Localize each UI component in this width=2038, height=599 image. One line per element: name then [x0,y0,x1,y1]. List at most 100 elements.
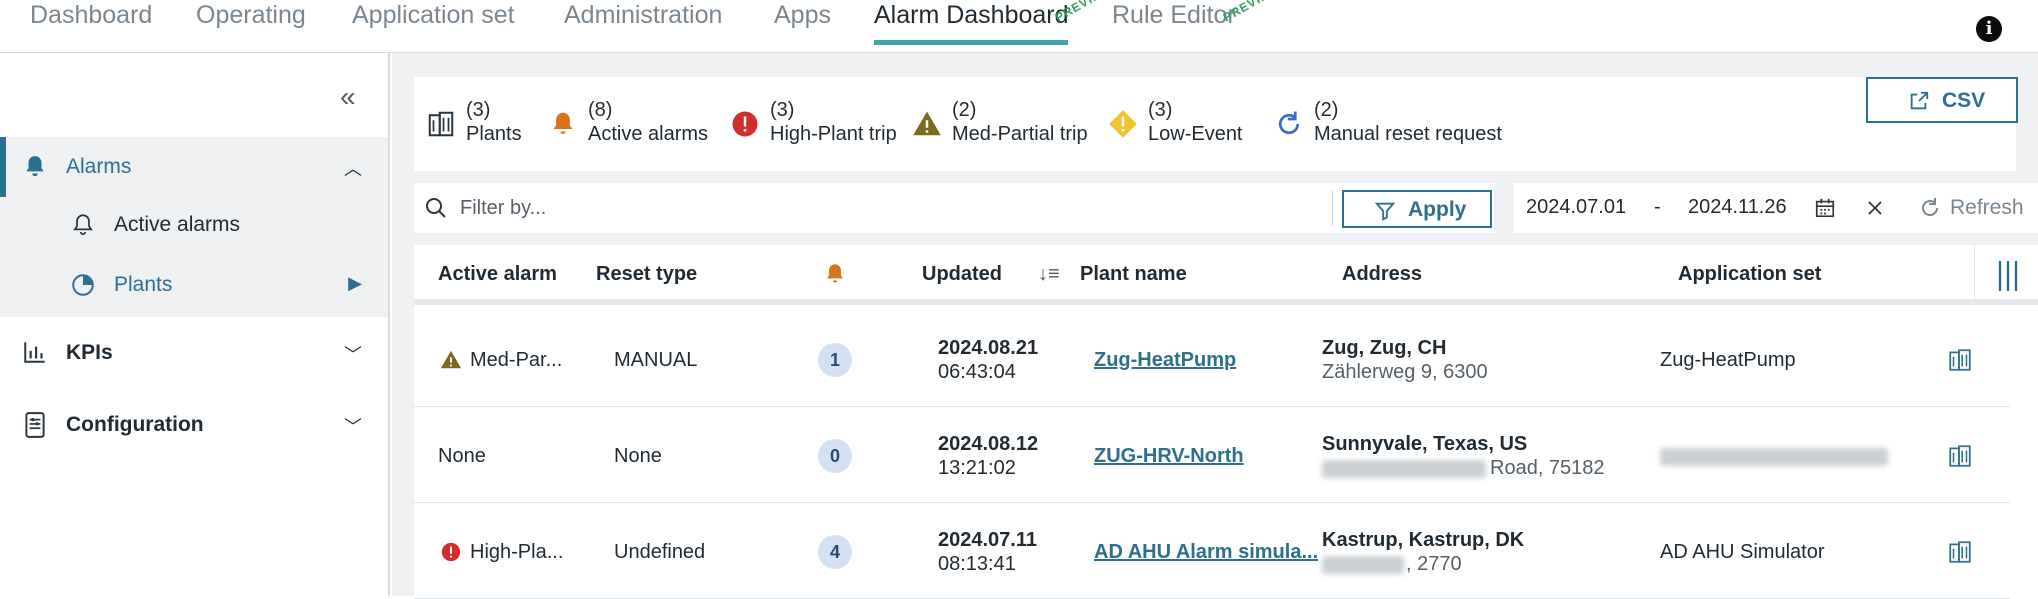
table-row[interactable]: None None 0 2024.08.12 13:21:02 ZUG-HRV-… [414,407,2010,503]
collapse-sidebar-icon[interactable]: « [340,81,356,113]
close-icon[interactable] [1866,199,1884,217]
address-line1: Sunnyvale, Texas, US [1322,433,1528,455]
summary-label: Manual reset request [1314,123,1502,145]
filter-input[interactable] [458,183,1058,233]
sidebar-item-active-alarms[interactable]: Active alarms [0,197,388,253]
sidebar-item-alarms[interactable]: Alarms ︿ [0,139,388,195]
filter-icon [1374,202,1396,221]
sort-descending-icon[interactable]: ↓≡ [1038,263,1060,286]
filter-bar: Apply [414,183,1494,233]
address-line1: Kastrup, Kastrup, DK [1322,529,1525,551]
device-settings-icon [25,412,45,438]
header-plant-name[interactable]: Plant name [1080,263,1187,286]
tab-application-set[interactable]: Application set [352,0,515,30]
address-line2: , 2770 [1406,553,1462,575]
sidebar: « Alarms ︿ Active alarms Plants ▶ KPIs ﹀… [0,53,390,596]
date-separator: - [1654,196,1661,218]
warning-triangle-icon [440,350,462,369]
sidebar-item-label: KPIs [66,341,113,364]
tab-administration[interactable]: Administration [564,0,722,30]
alarm-count-badge: 1 [818,343,852,377]
summary-label: Low-Event [1148,123,1243,145]
header-active-alarm[interactable]: Active alarm [438,263,557,286]
alarm-summary-bar: (3) Plants (8) Active alarms (3) High-Pl… [414,77,2016,171]
calendar-icon[interactable] [1814,197,1836,219]
building-icon[interactable] [1946,539,1974,565]
alarm-count-badge: 0 [818,439,852,473]
building-icon[interactable] [1946,443,1974,469]
bell-icon [553,112,573,134]
summary-count: (3) [466,99,491,121]
chevron-down-icon: ﹀ [344,417,362,437]
tab-apps[interactable]: Apps [774,0,831,30]
search-icon [426,198,446,218]
column-settings-button[interactable] [1974,245,2038,305]
address-line2: Road, 75182 [1490,457,1605,479]
warning-triangle-icon [913,111,941,136]
table-row[interactable]: High-Pla... Undefined 4 2024.07.11 08:13… [414,503,2010,599]
refresh-button[interactable]: Refresh [1906,183,2038,233]
tab-operating[interactable]: Operating [196,0,306,30]
tab-rule-editor[interactable]: Rule Editor [1112,0,1236,30]
summary-label: Plants [466,123,522,145]
date-from[interactable]: 2024.07.01 [1526,196,1626,219]
active-tab-indicator [874,40,1068,45]
header-reset-type[interactable]: Reset type [596,263,697,286]
updated-date: 2024.07.11 [938,529,1037,551]
chevron-up-icon: ︿ [344,159,362,179]
main-content: (3) Plants (8) Active alarms (3) High-Pl… [392,53,2038,599]
table-header: Active alarm Reset type Updated ↓≡ Plant… [414,245,2038,305]
date-to[interactable]: 2024.11.26 [1688,196,1787,219]
tab-dashboard[interactable]: Dashboard [30,0,152,30]
plant-name-link[interactable]: ZUG-HRV-North [1094,445,1244,468]
summary-count: (3) [1148,99,1173,121]
active-alarm-cell: None [438,445,486,467]
plant-name-link[interactable]: Zug-HeatPump [1094,349,1236,372]
pie-chart-icon [72,274,94,296]
reset-type-cell: None [614,445,662,467]
chevron-down-icon: ﹀ [344,345,362,365]
summary-label: Med-Partial trip [952,123,1088,145]
sidebar-item-label: Plants [114,273,173,296]
alarm-count-badge: 4 [818,535,852,569]
building-icon[interactable] [1946,347,1974,373]
active-alarm-cell: Med-Par... [470,349,563,371]
updated-time: 13:21:02 [938,457,1016,479]
updated-date: 2024.08.21 [938,337,1039,359]
tab-alarm-dashboard[interactable]: Alarm Dashboard [874,0,1069,30]
redacted-text [1660,448,1888,466]
apply-button-label: Apply [1408,198,1467,221]
sidebar-item-kpis[interactable]: KPIs ﹀ [0,325,388,381]
date-range-picker[interactable]: 2024.07.01 - 2024.11.26 [1514,183,1906,233]
application-set-cell: Zug-HeatPump [1660,349,1796,371]
summary-count: (3) [770,99,795,121]
updated-time: 06:43:04 [938,361,1016,383]
info-icon[interactable]: i [1976,16,2002,42]
plant-name-link[interactable]: AD AHU Alarm simula... [1094,541,1318,564]
sidebar-item-configuration[interactable]: Configuration ﹀ [0,397,388,453]
columns-icon [1998,261,2018,291]
apply-filter-button[interactable]: Apply [1342,190,1492,228]
redacted-text [1322,460,1486,478]
summary-label: Active alarms [588,123,709,145]
address-line2: Zählerweg 9, 6300 [1322,361,1488,383]
export-csv-button[interactable]: CSV [1866,77,2018,123]
sidebar-item-label: Active alarms [114,213,241,236]
updated-date: 2024.08.12 [938,433,1039,455]
csv-button-label: CSV [1942,89,1986,112]
header-address[interactable]: Address [1342,263,1422,286]
bell-icon [26,156,44,177]
sidebar-item-label: Configuration [66,413,204,436]
header-updated[interactable]: Updated [922,263,1002,286]
bell-icon[interactable] [822,261,848,287]
sidebar-item-plants[interactable]: Plants ▶ [0,257,388,313]
external-link-icon [1910,91,1929,110]
header-application-set[interactable]: Application set [1678,263,1821,286]
application-set-cell: AD AHU Simulator [1660,541,1825,563]
address-line1: Zug, Zug, CH [1322,337,1447,359]
summary-label: High-Plant trip [770,123,897,145]
summary-count: (2) [1314,99,1339,121]
refresh-icon [1278,111,1300,135]
table-row[interactable]: Med-Par... MANUAL 1 2024.08.21 06:43:04 … [414,311,2010,407]
building-icon [428,111,454,137]
